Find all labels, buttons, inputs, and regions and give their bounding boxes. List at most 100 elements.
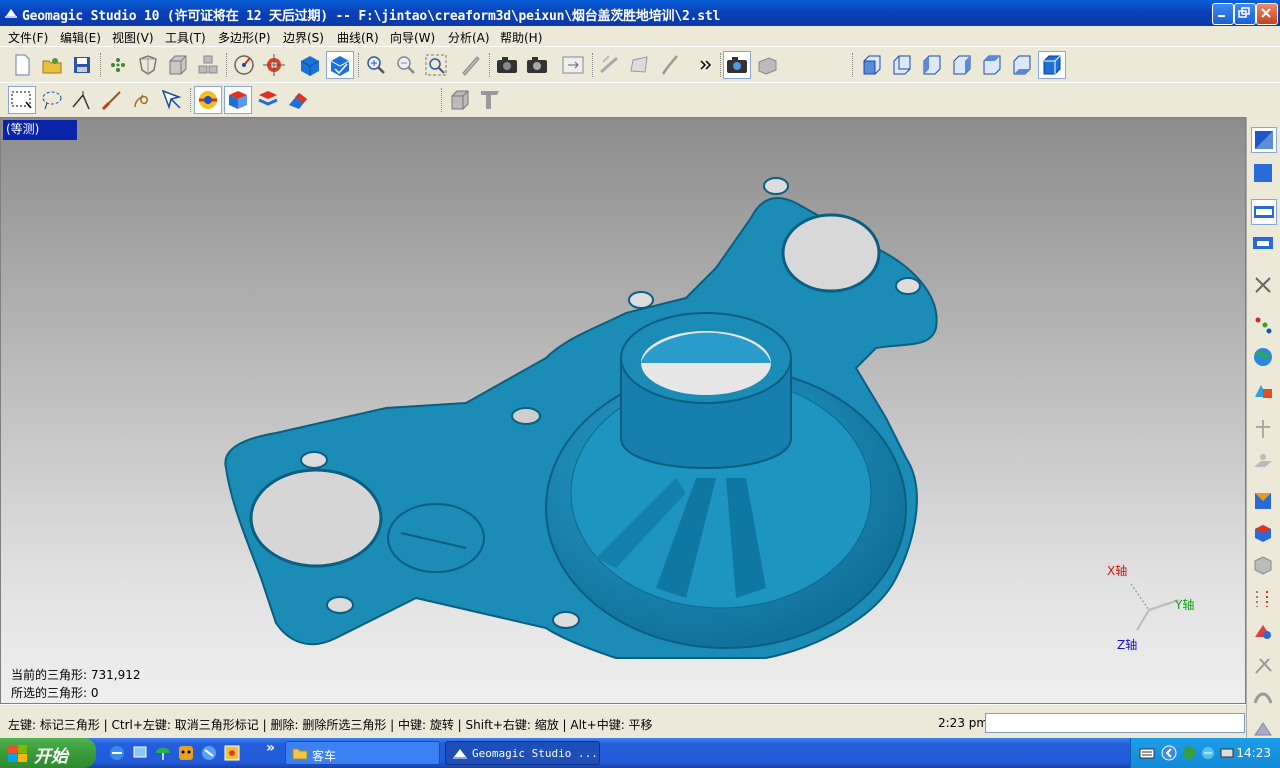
eraser-button[interactable]	[285, 87, 311, 113]
umbrella-icon	[156, 747, 170, 760]
box-gray-button[interactable]	[447, 87, 473, 113]
security-shield-icon[interactable]	[1181, 745, 1197, 761]
shapes-button[interactable]	[1251, 377, 1277, 403]
menu-help[interactable]: 帮助(H)	[500, 29, 542, 46]
tray-collapse-icon[interactable]	[1161, 745, 1177, 761]
layers-button[interactable]	[754, 52, 780, 78]
3d-viewport[interactable]: (等测) 当前的三角形: 731,912 所选的三角形: 0 X轴 Y轴 Z轴	[0, 117, 1246, 704]
menu-boundary[interactable]: 边界(S)	[283, 29, 324, 46]
close-panel-button[interactable]	[1251, 273, 1277, 299]
camera-button[interactable]	[494, 52, 520, 78]
view-top-button[interactable]	[979, 52, 1005, 78]
menu-file[interactable]: 文件(F)	[8, 29, 48, 46]
points-tool-button[interactable]	[1251, 313, 1277, 339]
view-back-button[interactable]	[889, 52, 915, 78]
keyboard-icon[interactable]	[1139, 747, 1155, 759]
menu-curves[interactable]: 曲线(R)	[337, 29, 379, 46]
network-quicklaunch[interactable]	[131, 744, 149, 762]
rect-select-button[interactable]	[8, 86, 36, 114]
menu-polygons[interactable]: 多边形(P)	[218, 29, 271, 46]
menu-edit[interactable]: 编辑(E)	[60, 29, 101, 46]
brush-button[interactable]	[657, 52, 683, 78]
wireframe-button[interactable]	[135, 52, 161, 78]
restore-button[interactable]	[1234, 3, 1256, 25]
plane-icon	[1254, 454, 1272, 467]
zoom-in-button[interactable]	[363, 52, 389, 78]
view-left-button[interactable]	[919, 52, 945, 78]
select-layer-button[interactable]	[255, 87, 281, 113]
toolbar-overflow-chevron[interactable]	[696, 53, 718, 79]
dotted-line-button[interactable]	[1251, 587, 1277, 613]
points-button[interactable]	[105, 52, 131, 78]
menu-wizard[interactable]: 向导(W)	[390, 29, 435, 46]
save-button[interactable]	[69, 52, 95, 78]
selected-shade-button[interactable]	[326, 51, 354, 79]
blue-cube-icon	[300, 56, 320, 76]
volume-icon[interactable]	[1219, 745, 1235, 761]
surface-button[interactable]	[627, 52, 653, 78]
measure-tool-button[interactable]	[1251, 653, 1277, 679]
view-isometric-button[interactable]	[1038, 51, 1066, 79]
lasso-select-button[interactable]	[39, 87, 65, 113]
model-manager-button[interactable]	[1251, 199, 1277, 225]
zoom-fit-button[interactable]	[423, 52, 449, 78]
colored-cube-button[interactable]	[1251, 521, 1277, 547]
shaded-cube-button[interactable]	[297, 52, 323, 78]
umbrella-quicklaunch[interactable]	[154, 744, 172, 762]
target-button[interactable]	[261, 52, 287, 78]
primitive-icon	[1255, 625, 1271, 639]
primitive-button[interactable]	[1251, 619, 1277, 645]
view-right-button[interactable]	[949, 52, 975, 78]
media-quicklaunch[interactable]	[223, 744, 241, 762]
task-geomagic-label: Geomagic Studio ...	[472, 747, 598, 760]
camera-2-button[interactable]	[524, 52, 550, 78]
bend-button[interactable]	[1251, 685, 1277, 711]
minimize-button[interactable]	[1212, 3, 1234, 25]
panel-toggle-2-button[interactable]	[1251, 161, 1277, 187]
sketch-button[interactable]	[597, 52, 623, 78]
lasso-icon	[42, 91, 62, 110]
menu-view[interactable]: 视图(V)	[112, 29, 154, 46]
menu-tools[interactable]: 工具(T)	[165, 29, 206, 46]
zoom-out-button[interactable]	[393, 52, 419, 78]
measure-button[interactable]	[458, 52, 484, 78]
backface-button[interactable]	[224, 86, 252, 114]
multi-object-button[interactable]	[195, 52, 221, 78]
zoom-out-icon	[397, 56, 415, 74]
start-button[interactable]: 开始	[0, 738, 96, 768]
export-button[interactable]	[560, 52, 586, 78]
select-through-button[interactable]	[159, 87, 185, 113]
ie-quicklaunch[interactable]	[108, 744, 126, 762]
bracket-button[interactable]	[477, 87, 503, 113]
paintbrush-icon	[101, 91, 121, 111]
close-button[interactable]	[1256, 3, 1278, 25]
task-geomagic[interactable]: Geomagic Studio ...	[445, 741, 600, 765]
window-title: Geomagic Studio 10 (许可证将在 12 天后过期) -- F:…	[22, 9, 721, 24]
texture-button[interactable]	[1251, 489, 1277, 515]
line-select-button[interactable]	[69, 87, 95, 113]
open-button[interactable]	[39, 52, 65, 78]
dialog-button[interactable]	[1251, 231, 1277, 257]
feature-button[interactable]	[1251, 417, 1277, 443]
ie-2-quicklaunch[interactable]	[200, 744, 218, 762]
mask-quicklaunch[interactable]	[177, 744, 195, 762]
custom-region-button[interactable]	[129, 87, 155, 113]
view-bottom-button[interactable]	[1009, 52, 1035, 78]
capture-button[interactable]	[723, 51, 751, 79]
solid-box-button[interactable]	[165, 52, 191, 78]
panel-toggle-button[interactable]	[1251, 127, 1277, 153]
plane-button[interactable]	[1251, 449, 1277, 475]
gray-cube-button[interactable]	[1251, 553, 1277, 579]
compass-button[interactable]	[231, 52, 257, 78]
visible-only-button[interactable]	[194, 86, 222, 114]
toolbar-separator	[489, 53, 492, 77]
quicklaunch-chevron[interactable]: »	[266, 740, 284, 758]
menu-analysis[interactable]: 分析(A)	[448, 29, 490, 46]
new-file-button[interactable]	[9, 52, 35, 78]
task-folder[interactable]: 客车	[285, 741, 440, 765]
view-front-button[interactable]	[859, 52, 885, 78]
globe-button[interactable]	[1251, 345, 1277, 371]
network-status-icon[interactable]	[1200, 745, 1216, 761]
paint-select-button[interactable]	[99, 87, 125, 113]
restore-icon	[1238, 7, 1250, 18]
